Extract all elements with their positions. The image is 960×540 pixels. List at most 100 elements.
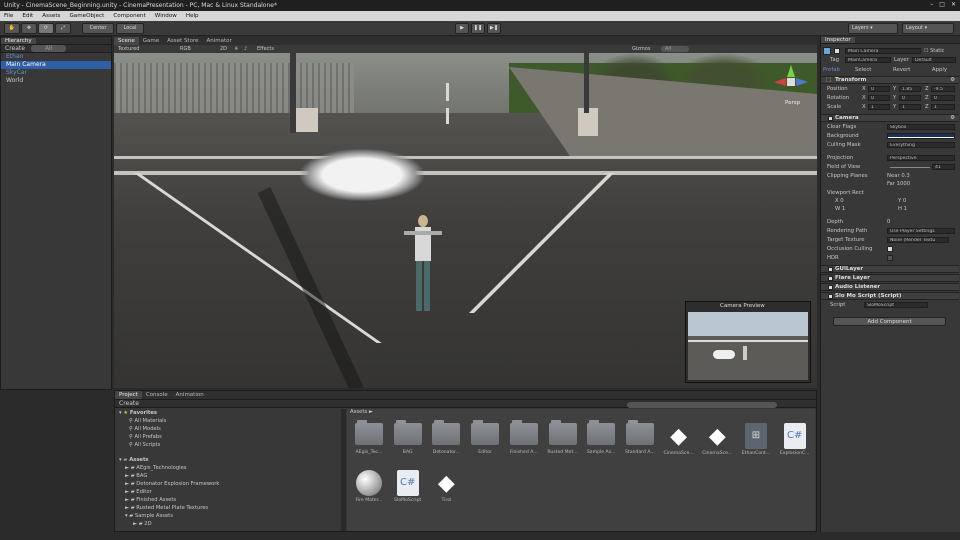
- viewport-w[interactable]: W 1: [835, 206, 845, 212]
- slomo-script-header[interactable]: Slo Mo Script (Script): [821, 292, 959, 300]
- asset-item[interactable]: Finished A...: [506, 420, 542, 455]
- viewport-x[interactable]: X 0: [835, 198, 844, 204]
- tree-folder[interactable]: ► ▰ Editor: [125, 488, 152, 496]
- favorite-item[interactable]: ⚲ All Prefabs: [129, 433, 162, 441]
- step-button[interactable]: ▶❚: [487, 23, 501, 34]
- gizmos-dropdown[interactable]: Gizmos: [632, 45, 650, 53]
- hierarchy-item-skycar[interactable]: SkyCar: [1, 69, 111, 77]
- far-clip-field[interactable]: Far 1000: [887, 181, 910, 187]
- menu-gameobject[interactable]: GameObject: [69, 11, 104, 21]
- clear-flags-dropdown[interactable]: Skybox: [887, 124, 955, 130]
- background-color-field[interactable]: [887, 133, 955, 139]
- menu-component[interactable]: Component: [113, 11, 145, 21]
- camera-header[interactable]: Camera ⚙: [821, 114, 959, 122]
- audio-listener-header[interactable]: Audio Listener: [821, 283, 959, 291]
- tab-asset-store[interactable]: Asset Store: [163, 37, 202, 45]
- close-button[interactable]: ✕: [951, 1, 956, 8]
- target-texture-field[interactable]: None (Render Textu: [887, 237, 949, 243]
- prefab-select-button[interactable]: Select: [855, 67, 871, 73]
- menu-window[interactable]: Window: [155, 11, 177, 21]
- menu-assets[interactable]: Assets: [42, 11, 60, 21]
- add-component-button[interactable]: Add Component: [833, 317, 946, 326]
- tag-dropdown[interactable]: MainCamera: [845, 57, 891, 63]
- position-z[interactable]: -9.5: [931, 86, 955, 92]
- effects-dropdown[interactable]: Effects: [257, 45, 274, 53]
- favorite-item[interactable]: ⚲ All Scripts: [129, 441, 160, 449]
- depth-field[interactable]: 0: [887, 219, 890, 225]
- gear-icon[interactable]: ⚙: [950, 77, 955, 84]
- tree-folder[interactable]: ► ▰ Finished Assets: [125, 496, 176, 504]
- minimize-button[interactable]: –: [930, 1, 933, 8]
- asset-item[interactable]: ◆ CinemaSce...: [661, 423, 697, 457]
- shading-mode-dropdown[interactable]: Textured: [118, 45, 139, 53]
- asset-item[interactable]: AEgis_Tec...: [351, 420, 387, 455]
- scene-search-input[interactable]: All: [661, 46, 690, 52]
- menu-edit[interactable]: Edit: [22, 11, 33, 21]
- viewport-y[interactable]: Y 0: [898, 198, 906, 204]
- rotation-x[interactable]: 0: [868, 95, 890, 101]
- tree-folder[interactable]: ▾ ▰ Sample Assets: [125, 512, 173, 520]
- asset-item[interactable]: Standard A...: [622, 420, 658, 455]
- flare-layer-checkbox[interactable]: [828, 276, 833, 281]
- asset-item[interactable]: Rusted Met...: [545, 420, 581, 455]
- skycar[interactable]: [300, 149, 424, 201]
- light-icon[interactable]: ☀: [234, 45, 238, 53]
- active-checkbox[interactable]: [834, 48, 840, 54]
- rotation-z[interactable]: 0: [931, 95, 955, 101]
- hdr-checkbox[interactable]: [887, 255, 893, 261]
- tab-scene[interactable]: Scene: [114, 37, 139, 45]
- asset-item[interactable]: Editor: [467, 420, 503, 455]
- ethan-character[interactable]: [404, 215, 444, 315]
- hierarchy-item-ethan[interactable]: Ethan: [1, 53, 111, 61]
- favorites-header[interactable]: ▾ ★ Favorites: [119, 409, 157, 417]
- static-toggle[interactable]: ☐ Static: [924, 48, 944, 54]
- play-button[interactable]: ▶: [455, 23, 469, 34]
- scale-y[interactable]: 1: [899, 104, 921, 110]
- rendering-path-dropdown[interactable]: Use Player Settings: [887, 228, 955, 234]
- slomo-script-checkbox[interactable]: [828, 294, 833, 299]
- maximize-button[interactable]: □: [939, 1, 945, 8]
- asset-item[interactable]: BAG: [390, 420, 426, 455]
- hierarchy-search-input[interactable]: All: [30, 45, 67, 52]
- tree-folder[interactable]: ► ▰ BAG: [125, 472, 147, 480]
- position-x[interactable]: 0: [868, 86, 890, 92]
- gear-icon[interactable]: ⚙: [950, 115, 955, 122]
- asset-item[interactable]: C# ExplosionC...: [777, 423, 813, 456]
- culling-mask-dropdown[interactable]: Everything: [887, 142, 955, 148]
- asset-item[interactable]: ◆ CinemaSce...: [699, 423, 735, 457]
- position-y[interactable]: 1.85: [899, 86, 921, 92]
- pivot-local-button[interactable]: Local: [116, 23, 144, 34]
- projection-dropdown[interactable]: Perspective: [887, 155, 955, 161]
- hierarchy-item-main-camera[interactable]: Main Camera: [1, 61, 111, 69]
- guilayer-checkbox[interactable]: [828, 267, 833, 272]
- scale-z[interactable]: 1: [931, 104, 955, 110]
- persp-label[interactable]: Persp: [785, 100, 800, 106]
- scene-view[interactable]: Persp Camera Preview: [114, 53, 817, 388]
- hierarchy-item-world[interactable]: World: [1, 77, 111, 85]
- tab-animator[interactable]: Animator: [202, 37, 235, 45]
- tab-hierarchy[interactable]: Hierarchy: [1, 38, 36, 44]
- flare-layer-header[interactable]: Flare Layer: [821, 274, 959, 282]
- rotation-y[interactable]: 0: [899, 95, 921, 101]
- render-mode-button[interactable]: RGB: [180, 45, 191, 53]
- project-search-input[interactable]: [627, 402, 777, 408]
- hierarchy-create-button[interactable]: Create: [5, 45, 25, 52]
- audio-icon[interactable]: ♪: [244, 45, 247, 53]
- favorite-item[interactable]: ⚲ All Models: [129, 425, 161, 433]
- asset-item[interactable]: C# SloMoScript: [390, 470, 426, 503]
- menu-file[interactable]: File: [4, 11, 13, 21]
- favorite-item[interactable]: ⚲ All Materials: [129, 417, 166, 425]
- object-name-field[interactable]: Main Camera: [845, 48, 921, 54]
- tab-animation[interactable]: Animation: [172, 391, 208, 399]
- asset-item[interactable]: ◆ Tirol: [428, 470, 464, 504]
- tab-inspector[interactable]: Inspector: [821, 37, 855, 43]
- audio-listener-checkbox[interactable]: [828, 285, 833, 290]
- viewport-h[interactable]: H 1: [898, 206, 907, 212]
- pause-button[interactable]: ❚❚: [471, 23, 485, 34]
- occlusion-checkbox[interactable]: [887, 246, 893, 252]
- menu-help[interactable]: Help: [186, 11, 199, 21]
- asset-item[interactable]: Detonator...: [428, 420, 464, 455]
- near-clip-field[interactable]: Near 0.3: [887, 173, 910, 179]
- tree-scrollbar[interactable]: [341, 409, 346, 531]
- tab-project[interactable]: Project: [115, 391, 142, 399]
